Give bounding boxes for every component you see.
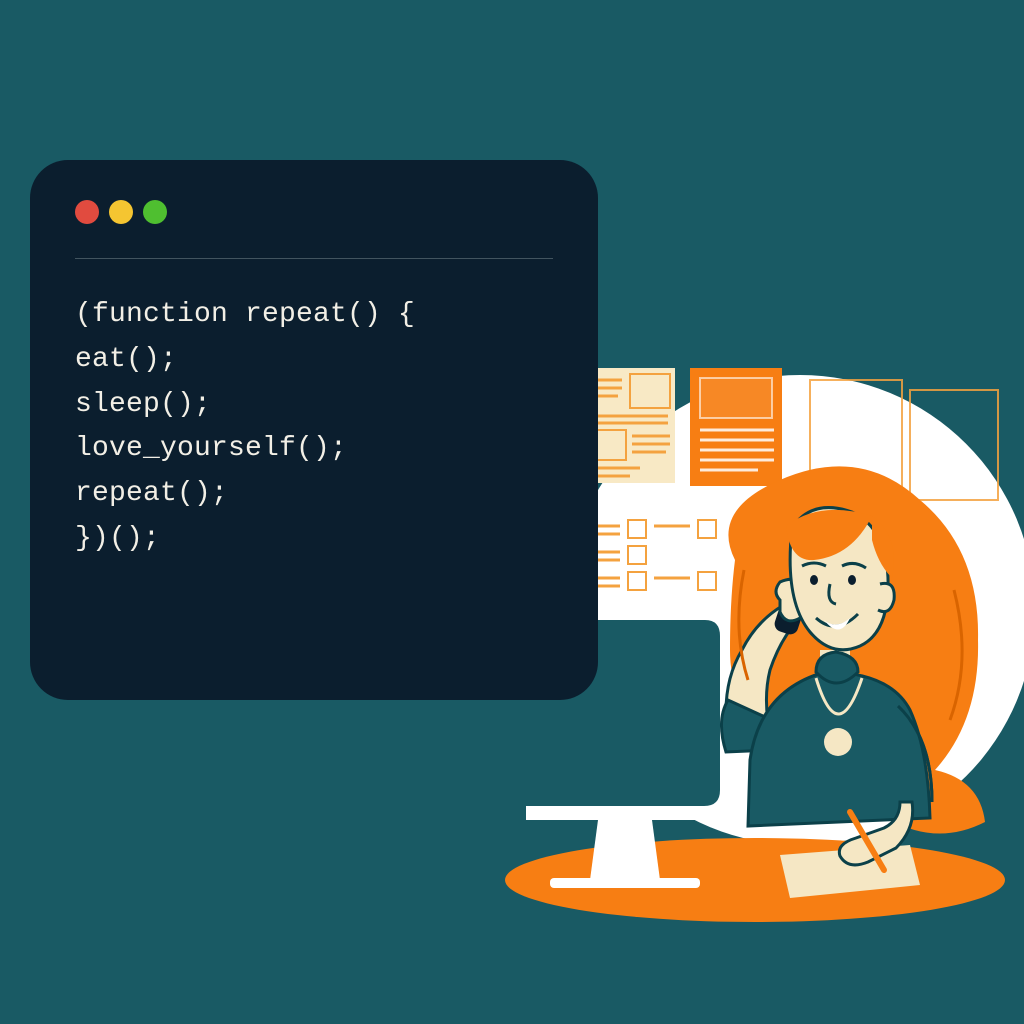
window-traffic-lights bbox=[75, 200, 553, 224]
code-line: sleep(); bbox=[75, 389, 211, 420]
code-editor-window: (function repeat() { eat(); sleep(); lov… bbox=[30, 160, 598, 700]
code-line: love_yourself(); bbox=[75, 433, 347, 464]
poster-orange-icon bbox=[690, 368, 782, 486]
code-line: repeat(); bbox=[75, 478, 228, 509]
close-dot-icon bbox=[75, 200, 99, 224]
zoom-dot-icon bbox=[143, 200, 167, 224]
code-line: (function repeat() { bbox=[75, 299, 415, 330]
code-line: eat(); bbox=[75, 344, 177, 375]
code-block: (function repeat() { eat(); sleep(); lov… bbox=[75, 293, 553, 562]
divider bbox=[75, 258, 553, 259]
minimize-dot-icon bbox=[109, 200, 133, 224]
poster-cream-icon bbox=[585, 368, 675, 483]
code-line: })(); bbox=[75, 523, 160, 554]
